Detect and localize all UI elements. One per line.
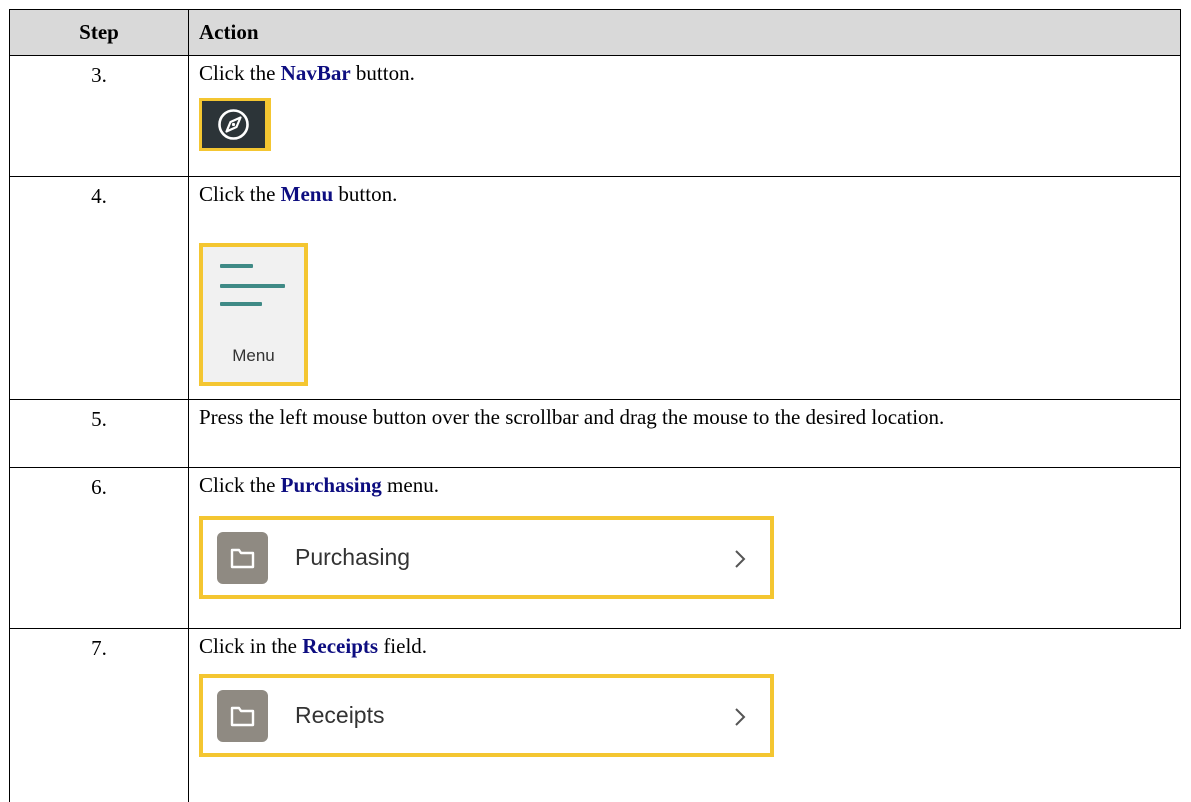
instruction-text: button.: [333, 182, 398, 206]
instruction-keyword: NavBar: [280, 61, 351, 85]
row-divider: [9, 176, 1181, 177]
step-number: 3.: [91, 63, 107, 87]
folder-icon: [230, 548, 255, 569]
step-number: 4.: [91, 184, 107, 208]
step-number: 6.: [91, 475, 107, 499]
step-number: 7.: [91, 636, 107, 660]
table-border-right: [1180, 9, 1181, 629]
instruction-text: field.: [378, 634, 428, 658]
row-divider: [9, 467, 1181, 468]
procedure-table: Step Action 3. Click the NavBar button. …: [0, 0, 1191, 802]
menu-icon-bar: [220, 264, 253, 268]
instruction-keyword: Menu: [280, 182, 334, 206]
folder-icon: [230, 706, 255, 727]
instruction-text: button.: [350, 61, 415, 85]
instruction-text: menu.: [381, 473, 439, 497]
row-divider: [9, 628, 1181, 629]
receipts-label: Receipts: [295, 702, 385, 728]
menu-button[interactable]: Menu: [199, 243, 308, 386]
step-number: 5.: [91, 407, 107, 431]
chevron-right-icon: [735, 708, 746, 726]
instruction-text: Click the: [199, 61, 281, 85]
header-step: Step: [79, 20, 119, 44]
compass-icon: [218, 109, 249, 140]
instruction-keyword: Receipts: [302, 634, 379, 658]
step-instruction: Click the NavBar button.: [199, 59, 1159, 88]
folder-icon-tile: [217, 532, 268, 584]
table-border-left: [9, 9, 10, 802]
menu-button-label: Menu: [232, 346, 275, 365]
folder-icon-tile: [217, 690, 268, 742]
menu-icon-bar: [220, 284, 285, 288]
row-divider: [9, 399, 1181, 400]
step-instruction: Click the Menu button.: [199, 180, 1159, 209]
step-instruction: Press the left mouse button over the scr…: [199, 405, 945, 429]
header-action: Action: [199, 20, 259, 44]
instruction-text: Click the: [199, 473, 281, 497]
instruction-text: Click the: [199, 182, 281, 206]
navbar-button-face: [202, 101, 265, 148]
row-divider: [9, 55, 1181, 56]
step-instruction: Click in the Receipts field.: [199, 632, 1159, 661]
chevron-right-icon: [735, 550, 746, 568]
step-instruction: Click the Purchasing menu.: [199, 471, 1159, 500]
column-divider: [188, 9, 189, 802]
purchasing-label: Purchasing: [295, 544, 411, 570]
instruction-keyword: Purchasing: [280, 473, 382, 497]
receipts-menu-item[interactable]: Receipts: [199, 674, 774, 757]
table-border-top: [9, 9, 1181, 10]
navbar-button[interactable]: [199, 98, 271, 151]
instruction-text: Click in the: [199, 634, 303, 658]
menu-icon-bar: [220, 302, 262, 306]
purchasing-menu-item[interactable]: Purchasing: [199, 516, 774, 599]
